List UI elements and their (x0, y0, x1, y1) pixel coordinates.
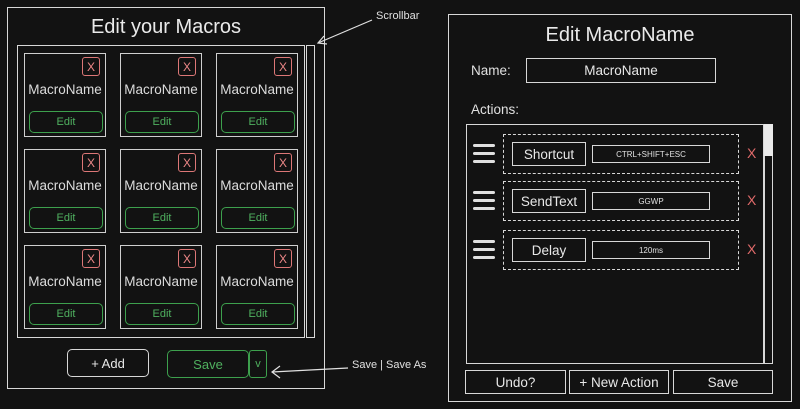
action-value-input[interactable]: 120ms (592, 241, 710, 259)
action-box: Delay 120ms (503, 230, 739, 270)
action-value-input[interactable]: CTRL+SHIFT+ESC (592, 145, 710, 163)
remove-action-button[interactable]: X (747, 241, 756, 257)
action-type-select[interactable]: SendText (512, 189, 586, 213)
scrollbar-annotation: Scrollbar (376, 10, 420, 22)
drag-handle-icon[interactable] (473, 191, 495, 211)
save-annotation: Save | Save As (352, 359, 427, 371)
action-row: Shortcut CTRL+SHIFT+ESC X (467, 134, 763, 174)
scrollbar-annotation-arrow (317, 19, 373, 44)
drag-handle-icon[interactable] (473, 144, 495, 164)
remove-action-button[interactable]: X (747, 145, 756, 161)
remove-action-button[interactable]: X (747, 192, 756, 208)
actions-label: Actions: (471, 102, 520, 117)
action-type-select[interactable]: Shortcut (512, 142, 586, 166)
action-type-select[interactable]: Delay (512, 238, 586, 262)
actions-list: Shortcut CTRL+SHIFT+ESC X SendText GGWP … (466, 124, 764, 364)
action-row: Delay 120ms X (467, 230, 763, 270)
save-macro-button[interactable]: Save (673, 370, 773, 394)
new-action-button[interactable]: + New Action (569, 370, 669, 394)
action-box: Shortcut CTRL+SHIFT+ESC (503, 134, 739, 174)
name-label: Name: (471, 63, 511, 78)
actions-scrollbar[interactable] (764, 124, 773, 364)
undo-button[interactable]: Undo? (465, 370, 566, 394)
drag-handle-icon[interactable] (473, 240, 495, 260)
macro-name-input[interactable]: MacroName (526, 58, 716, 83)
action-box: SendText GGWP (503, 181, 739, 221)
action-value-input[interactable]: GGWP (592, 192, 710, 210)
action-row: SendText GGWP X (467, 181, 763, 221)
macro-editor-title: Edit MacroName (545, 24, 695, 46)
actions-scrollbar-thumb[interactable] (764, 124, 773, 156)
macro-editor-panel: Edit MacroName Name: MacroName Actions: … (448, 14, 792, 402)
save-annotation-arrow (271, 367, 349, 373)
